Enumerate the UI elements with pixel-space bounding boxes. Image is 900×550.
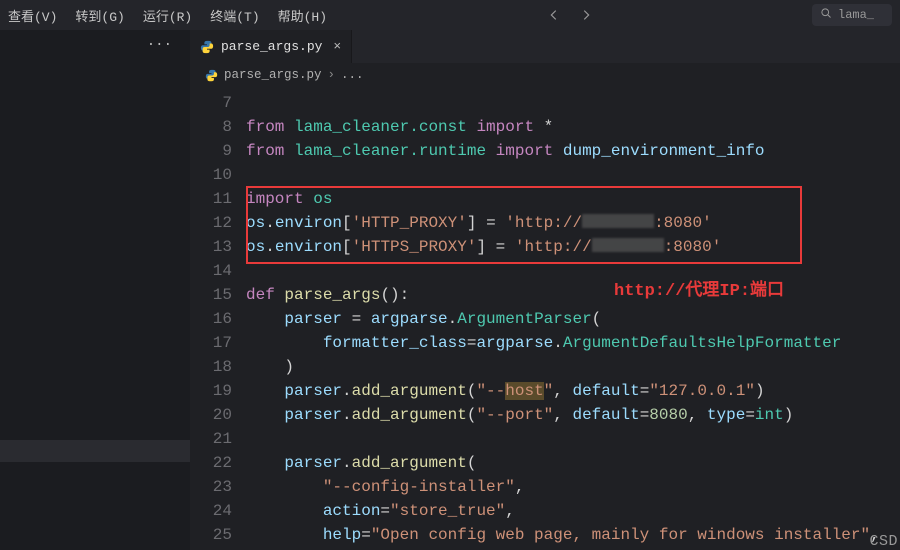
sidebar-body [0, 60, 190, 550]
line-content: os.environ['HTTPS_PROXY'] = 'http://:808… [246, 235, 900, 259]
line-content [246, 91, 900, 115]
sidebar-actions[interactable]: ··· [0, 30, 190, 60]
code-line: 20 parser.add_argument("--port", default… [190, 403, 900, 427]
sidebar: ··· [0, 30, 190, 550]
code-line: 8from lama_cleaner.const import * [190, 115, 900, 139]
code-line: 24 action="store_true", [190, 499, 900, 523]
code-line: 22 parser.add_argument( [190, 451, 900, 475]
nav-center [327, 8, 812, 22]
menu-bar: 查看(V) 转到(G) 运行(R) 终端(T) 帮助(H) lama_ [0, 0, 900, 30]
line-number: 16 [190, 307, 246, 331]
line-number: 23 [190, 475, 246, 499]
watermark: CSD [869, 533, 898, 550]
code-line: 16 parser = argparse.ArgumentParser( [190, 307, 900, 331]
code-line: 10 [190, 163, 900, 187]
code-line: 15def parse_args(): [190, 283, 900, 307]
code-line: 12os.environ['HTTP_PROXY'] = 'http://:80… [190, 211, 900, 235]
nav-forward-icon[interactable] [579, 8, 593, 22]
python-file-icon [200, 40, 214, 54]
line-number: 20 [190, 403, 246, 427]
breadcrumb-more: ... [341, 68, 364, 82]
line-number: 24 [190, 499, 246, 523]
code-line: 25 help="Open config web page, mainly fo… [190, 523, 900, 547]
code-line: 14 [190, 259, 900, 283]
breadcrumb-sep: › [328, 68, 336, 82]
line-content: action="store_true", [246, 499, 900, 523]
redacted-ip [592, 238, 664, 252]
line-number: 15 [190, 283, 246, 307]
menu-item-2[interactable]: 运行(R) [143, 6, 192, 25]
line-content: ) [246, 355, 900, 379]
tab-label: parse_args.py [221, 39, 322, 54]
line-number: 9 [190, 139, 246, 163]
redacted-ip [582, 214, 654, 228]
menu-item-1[interactable]: 转到(G) [75, 6, 124, 25]
line-content: os.environ['HTTP_PROXY'] = 'http://:8080… [246, 211, 900, 235]
sidebar-item[interactable] [0, 440, 190, 462]
code-line: 17 formatter_class=argparse.ArgumentDefa… [190, 331, 900, 355]
line-number: 10 [190, 163, 246, 187]
line-content: from lama_cleaner.const import * [246, 115, 900, 139]
code-line: 13os.environ['HTTPS_PROXY'] = 'http://:8… [190, 235, 900, 259]
code-line: 23 "--config-installer", [190, 475, 900, 499]
search-input[interactable]: lama_ [812, 4, 892, 26]
line-number: 21 [190, 427, 246, 451]
editor: parse_args.py × parse_args.py › ... http… [190, 30, 900, 550]
line-number: 12 [190, 211, 246, 235]
line-content: "--config-installer", [246, 475, 900, 499]
line-content [246, 427, 900, 451]
menu-items: 查看(V) 转到(G) 运行(R) 终端(T) 帮助(H) [8, 6, 327, 25]
line-content: help="Open config web page, mainly for w… [246, 523, 900, 547]
line-number: 13 [190, 235, 246, 259]
line-number: 19 [190, 379, 246, 403]
tab-bar: parse_args.py × [190, 30, 900, 63]
line-number: 11 [190, 187, 246, 211]
line-content: parser = argparse.ArgumentParser( [246, 307, 900, 331]
line-number: 14 [190, 259, 246, 283]
code-line: 7 [190, 91, 900, 115]
line-content: parser.add_argument("--port", default=80… [246, 403, 900, 427]
line-number: 18 [190, 355, 246, 379]
line-content: def parse_args(): [246, 283, 900, 307]
menu-item-4[interactable]: 帮助(H) [278, 6, 327, 25]
line-content: parser.add_argument("--host", default="1… [246, 379, 900, 403]
python-file-icon [204, 68, 218, 82]
menu-item-3[interactable]: 终端(T) [210, 6, 259, 25]
line-number: 8 [190, 115, 246, 139]
tab-parse-args[interactable]: parse_args.py × [190, 30, 352, 63]
line-number: 25 [190, 523, 246, 547]
line-content: formatter_class=argparse.ArgumentDefault… [246, 331, 900, 355]
line-number: 7 [190, 91, 246, 115]
line-content [246, 259, 900, 283]
nav-back-icon[interactable] [547, 8, 561, 22]
search-icon [820, 7, 832, 23]
code-line: 21 [190, 427, 900, 451]
code-line: 18 ) [190, 355, 900, 379]
line-number: 17 [190, 331, 246, 355]
line-content: from lama_cleaner.runtime import dump_en… [246, 139, 900, 163]
line-content: import os [246, 187, 900, 211]
close-icon[interactable]: × [333, 39, 341, 54]
line-content: parser.add_argument( [246, 451, 900, 475]
line-content [246, 163, 900, 187]
code-line: 11import os [190, 187, 900, 211]
code-area[interactable]: http://代理IP:端口 78from lama_cleaner.const… [190, 87, 900, 550]
code-line: 9from lama_cleaner.runtime import dump_e… [190, 139, 900, 163]
search-text: lama_ [838, 8, 874, 22]
menu-item-0[interactable]: 查看(V) [8, 6, 57, 25]
line-number: 22 [190, 451, 246, 475]
breadcrumb-file: parse_args.py [224, 68, 322, 82]
breadcrumb[interactable]: parse_args.py › ... [190, 63, 900, 87]
code-line: 19 parser.add_argument("--host", default… [190, 379, 900, 403]
